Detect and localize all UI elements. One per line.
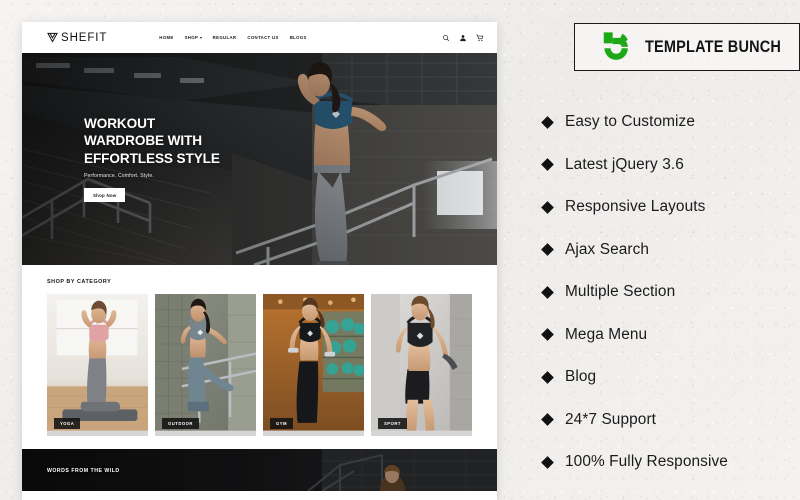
feature-label: 100% Fully Responsive — [565, 453, 728, 471]
category-label-outdoor: OUTDOOR — [162, 418, 199, 429]
category-grid: YOGA OUTDOOR GYM SPORT — [47, 294, 472, 436]
diamond-bullet-icon — [541, 158, 554, 172]
nav-item-shop[interactable]: SHOP — [185, 35, 202, 40]
shefit-triangle-logo-icon — [47, 32, 58, 43]
template-bunch-brand-name: TEMPLATE BUNCH — [645, 37, 782, 56]
hero-copy-block: WORKOUT WARDROBE WITH EFFORTLESS STYLE P… — [84, 115, 274, 203]
feature-item-latest-jquery: Latest jQuery 3.6 — [541, 144, 800, 187]
feature-label: Multiple Section — [565, 283, 676, 301]
category-card-sport[interactable]: SPORT — [371, 294, 472, 436]
diamond-bullet-icon — [541, 115, 554, 129]
feature-item-ajax-search: Ajax Search — [541, 229, 800, 272]
nav-item-contact-us-label: CONTACT US — [247, 35, 279, 40]
feature-list: Easy to Customize Latest jQuery 3.6 Resp… — [541, 101, 800, 484]
feature-item-easy-to-customize: Easy to Customize — [541, 101, 800, 144]
template-bunch-logo-box: TEMPLATE BUNCH — [574, 23, 800, 71]
shopping-cart-icon[interactable] — [476, 34, 484, 42]
shop-by-category-section: SHOP BY CATEGORY YOGA OUTDOOR GYM SPORT — [22, 265, 497, 436]
nav-item-contact-us[interactable]: CONTACT US — [247, 35, 278, 40]
category-image-gym — [263, 294, 364, 431]
feature-item-multiple-section: Multiple Section — [541, 271, 800, 314]
feature-item-mega-menu: Mega Menu — [541, 314, 800, 357]
nav-item-blogs[interactable]: BLOGS — [290, 35, 307, 40]
hero-title-line-2: WARDROBE WITH — [84, 133, 203, 149]
template-bunch-logo-icon — [603, 31, 628, 60]
feature-label: Easy to Customize — [565, 113, 696, 131]
user-account-icon[interactable] — [459, 34, 467, 42]
category-card-outdoor[interactable]: OUTDOOR — [155, 294, 256, 436]
hero-title: WORKOUT WARDROBE WITH EFFORTLESS STYLE — [84, 115, 274, 167]
feature-label: 24*7 Support — [565, 410, 657, 428]
nav-item-regular[interactable]: REGULAR — [213, 35, 237, 40]
category-image-outdoor — [155, 294, 256, 431]
hero-banner: WORKOUT WARDROBE WITH EFFORTLESS STYLE P… — [22, 53, 497, 265]
diamond-bullet-icon — [541, 413, 554, 427]
feature-label: Ajax Search — [565, 240, 650, 258]
diamond-bullet-icon — [541, 455, 554, 469]
nav-item-home-label: HOME — [159, 35, 174, 40]
feature-label: Blog — [565, 368, 597, 386]
site-logo[interactable]: SHEFIT — [47, 32, 107, 44]
category-card-gym[interactable]: GYM — [263, 294, 364, 436]
nav-item-home[interactable]: HOME — [159, 35, 173, 40]
diamond-bullet-icon — [541, 285, 554, 299]
category-card-yoga[interactable]: YOGA — [47, 294, 148, 436]
category-label-sport: SPORT — [378, 418, 407, 429]
wild-section-heading: WORDS FROM THE WILD — [47, 468, 120, 474]
site-header: SHEFIT HOME SHOP REGULAR CONTACT US BLOG… — [22, 22, 497, 53]
diamond-bullet-icon — [541, 243, 554, 257]
feature-item-blog: Blog — [541, 356, 800, 399]
feature-label: Latest jQuery 3.6 — [565, 155, 684, 173]
shop-now-button[interactable]: Shop Now — [84, 188, 126, 203]
promo-panel: TEMPLATE BUNCH Easy to Customize Latest … — [519, 0, 800, 500]
site-logo-text: SHEFIT — [61, 31, 108, 44]
diamond-bullet-icon — [541, 370, 554, 384]
chevron-down-icon — [199, 36, 202, 39]
main-navigation: HOME SHOP REGULAR CONTACT US BLOGS — [159, 35, 306, 40]
header-icon-group — [442, 34, 484, 42]
feature-label: Responsive Layouts — [565, 198, 706, 216]
hero-title-line-3: EFFORTLESS STYLE — [84, 150, 220, 166]
search-icon[interactable] — [442, 34, 450, 42]
nav-item-shop-label: SHOP — [184, 35, 199, 40]
words-from-the-wild-section: WORDS FROM THE WILD — [22, 449, 497, 491]
website-preview-mockup: SHEFIT HOME SHOP REGULAR CONTACT US BLOG… — [22, 22, 497, 500]
feature-label: Mega Menu — [565, 325, 648, 343]
feature-item-fully-responsive: 100% Fully Responsive — [541, 441, 800, 484]
diamond-bullet-icon — [541, 200, 554, 214]
feature-item-responsive-layouts: Responsive Layouts — [541, 186, 800, 229]
hero-subtitle: Performance. Comfort. Style. — [84, 173, 154, 180]
nav-item-blogs-label: BLOGS — [289, 35, 307, 40]
category-image-sport — [371, 294, 472, 431]
diamond-bullet-icon — [541, 328, 554, 342]
nav-item-regular-label: REGULAR — [212, 35, 237, 40]
hero-title-line-1: WORKOUT — [84, 116, 156, 131]
category-image-yoga — [47, 294, 148, 431]
feature-item-support: 24*7 Support — [541, 399, 800, 442]
category-label-yoga: YOGA — [54, 418, 81, 429]
category-section-heading: SHOP BY CATEGORY — [47, 279, 112, 285]
category-label-gym: GYM — [270, 418, 294, 429]
